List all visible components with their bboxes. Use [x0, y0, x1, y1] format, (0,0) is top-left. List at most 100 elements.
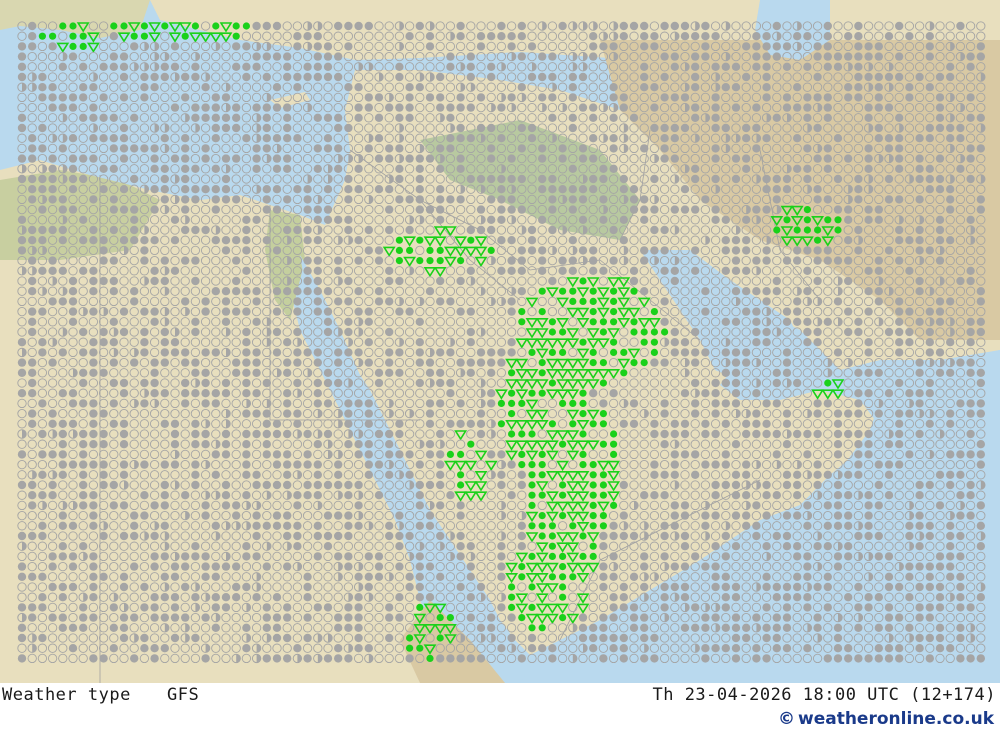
overcast-symbol — [160, 491, 169, 500]
overcast-symbol — [385, 327, 394, 337]
overcast-symbol — [89, 83, 98, 92]
overcast-symbol — [119, 62, 129, 71]
overcast-symbol — [79, 470, 88, 479]
overcast-symbol — [701, 32, 710, 41]
overcast-symbol — [548, 52, 557, 61]
overcast-symbol — [456, 154, 465, 163]
overcast-symbol — [109, 195, 119, 204]
overcast-symbol — [793, 297, 802, 306]
overcast-symbol — [915, 287, 924, 296]
overcast-symbol — [874, 52, 883, 61]
overcast-symbol — [793, 103, 802, 112]
overcast-symbol — [344, 225, 353, 235]
overcast-symbol — [976, 450, 985, 459]
overcast-symbol — [762, 429, 771, 439]
overcast-symbol — [762, 256, 771, 265]
overcast-symbol — [691, 103, 700, 112]
overcast-symbol — [650, 32, 659, 41]
overcast-symbol — [895, 72, 904, 82]
overcast-symbol — [895, 297, 904, 306]
overcast-symbol — [385, 440, 394, 449]
rain-symbol — [814, 236, 822, 244]
overcast-symbol — [823, 154, 832, 163]
overcast-symbol — [466, 307, 475, 316]
overcast-symbol — [79, 460, 88, 469]
overcast-symbol — [79, 378, 88, 388]
rain-symbol — [589, 471, 597, 479]
overcast-symbol — [772, 399, 781, 408]
overcast-symbol — [293, 42, 302, 51]
overcast-symbol — [99, 480, 108, 490]
overcast-symbol — [823, 246, 832, 255]
overcast-symbol — [691, 164, 700, 173]
rain-symbol — [650, 338, 659, 346]
overcast-symbol — [28, 358, 37, 367]
rain-symbol — [589, 308, 597, 316]
rain-symbol — [559, 328, 567, 336]
overcast-symbol — [252, 154, 261, 163]
overcast-symbol — [956, 123, 965, 133]
overcast-symbol — [946, 72, 955, 82]
overcast-symbol — [895, 236, 904, 245]
overcast-symbol — [191, 225, 200, 235]
overcast-symbol — [436, 399, 445, 408]
overcast-symbol — [364, 103, 373, 112]
rain-symbol — [630, 318, 638, 326]
overcast-symbol — [476, 348, 486, 357]
overcast-symbol — [966, 409, 975, 418]
rain-symbol — [508, 410, 516, 418]
overcast-symbol — [89, 409, 98, 418]
overcast-symbol — [701, 195, 710, 204]
overcast-symbol — [925, 348, 934, 357]
overcast-symbol — [895, 256, 904, 265]
rain-symbol — [508, 399, 516, 407]
overcast-symbol — [548, 174, 557, 184]
overcast-symbol — [446, 297, 455, 306]
overcast-symbol — [864, 52, 873, 61]
overcast-symbol — [782, 62, 792, 71]
overcast-symbol — [191, 317, 200, 326]
overcast-symbol — [731, 440, 741, 449]
overcast-symbol — [487, 358, 496, 367]
overcast-symbol — [425, 409, 435, 418]
overcast-symbol — [680, 185, 690, 194]
overcast-symbol — [58, 103, 67, 112]
overcast-symbol — [385, 450, 394, 459]
overcast-symbol — [150, 501, 159, 510]
overcast-symbol — [364, 144, 373, 153]
overcast-symbol — [487, 32, 496, 41]
overcast-symbol — [660, 72, 669, 82]
overcast-symbol — [874, 266, 883, 275]
overcast-symbol — [344, 419, 353, 428]
overcast-symbol — [558, 185, 567, 194]
overcast-symbol — [976, 287, 985, 296]
overcast-symbol — [568, 123, 577, 133]
overcast-symbol — [609, 389, 618, 398]
overcast-symbol — [507, 205, 516, 214]
rain-symbol — [610, 318, 618, 326]
overcast-symbol — [558, 154, 567, 163]
overcast-symbol — [619, 103, 628, 112]
overcast-symbol — [721, 215, 730, 224]
overcast-symbol — [140, 491, 149, 500]
overcast-symbol — [252, 429, 261, 439]
overcast-symbol — [660, 52, 669, 61]
overcast-symbol — [538, 256, 547, 265]
overcast-symbol — [68, 52, 78, 61]
overcast-symbol — [150, 205, 159, 214]
overcast-symbol — [640, 491, 649, 500]
overcast-symbol — [221, 246, 231, 255]
overcast-symbol — [976, 42, 985, 51]
overcast-symbol — [935, 154, 945, 163]
overcast-symbol — [28, 195, 37, 204]
overcast-symbol — [323, 480, 333, 490]
overcast-symbol — [68, 460, 78, 469]
overcast-symbol — [660, 409, 669, 418]
overcast-symbol — [731, 266, 741, 275]
overcast-symbol — [415, 174, 424, 184]
overcast-symbol — [405, 195, 414, 204]
overcast-symbol — [436, 348, 445, 357]
rain-symbol — [559, 491, 567, 499]
overcast-symbol — [140, 511, 149, 520]
overcast-symbol — [211, 123, 220, 133]
